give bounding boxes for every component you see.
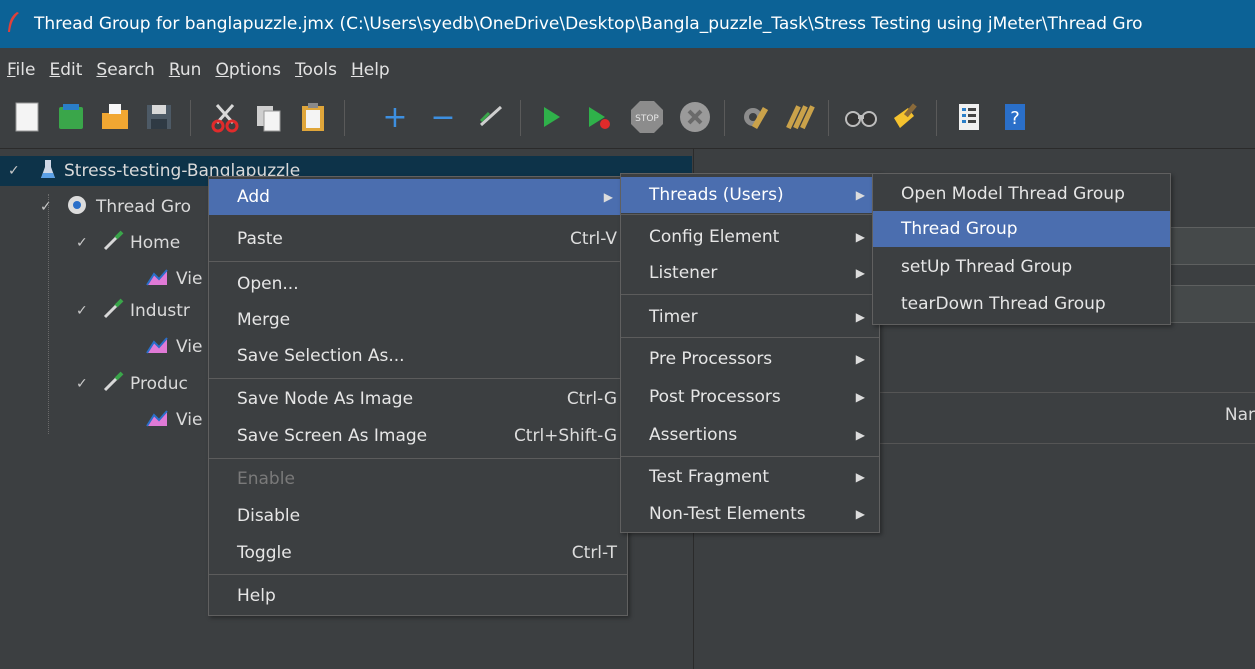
tree-node-listener[interactable]: Vie [146, 332, 202, 362]
menu-item-post-processors[interactable]: Post Processors ▶ [621, 379, 879, 415]
chevron-down-icon[interactable]: ✓ [8, 163, 26, 179]
menu-item-setup-thread-group[interactable]: setUp Thread Group [873, 249, 1170, 285]
chevron-right-icon: ▶ [855, 188, 865, 202]
menu-item-non-test-elements[interactable]: Non-Test Elements ▶ [621, 496, 879, 532]
tree-node-listener[interactable]: Vie [146, 264, 202, 294]
shutdown-icon[interactable] [676, 98, 714, 136]
clear-all-icon[interactable] [780, 98, 818, 136]
context-menu: Add ▶ Paste Ctrl-V Open... Merge Save Sel… [208, 176, 628, 616]
menu-item-listener[interactable]: Listener ▶ [621, 255, 879, 291]
menu-item-teardown-thread-group[interactable]: tearDown Thread Group [873, 286, 1170, 322]
chevron-right-icon: ▶ [855, 310, 865, 324]
title-bar: Thread Group for banglapuzzle.jmx (C:\Us… [0, 0, 1255, 48]
menu-item-save-selection[interactable]: Save Selection As... [209, 338, 627, 374]
start-icon[interactable] [532, 98, 570, 136]
chevron-right-icon: ▶ [855, 352, 865, 366]
menu-tools[interactable]: Tools [288, 60, 344, 80]
chevron-right-icon: ▶ [855, 470, 865, 484]
svg-text:?: ? [1010, 108, 1020, 129]
clear-icon[interactable] [736, 98, 774, 136]
tree-node-sampler[interactable]: ✓ Home [76, 228, 180, 258]
menu-edit[interactable]: Edit [42, 60, 89, 80]
tree-node-thread-group[interactable]: ✓ Thread Gro [40, 192, 191, 222]
threads-submenu: Open Model Thread Group Thread Group set… [872, 173, 1171, 325]
reset-search-icon[interactable] [888, 98, 926, 136]
toolbar: + − STOP ? [0, 90, 1255, 149]
graph-icon [146, 336, 168, 359]
paste-icon[interactable] [294, 98, 332, 136]
menu-item-merge[interactable]: Merge [209, 302, 627, 338]
pipette-icon [102, 230, 124, 257]
chevron-down-icon[interactable]: ✓ [76, 376, 94, 392]
menu-file[interactable]: File [0, 60, 42, 80]
graph-icon [146, 268, 168, 291]
menu-item-timer[interactable]: Timer ▶ [621, 299, 879, 335]
menu-item-config-element[interactable]: Config Element ▶ [621, 219, 879, 255]
save-icon[interactable] [140, 98, 178, 136]
function-helper-icon[interactable] [950, 98, 988, 136]
menu-item-open-model-thread-group[interactable]: Open Model Thread Group [873, 176, 1170, 212]
menu-help[interactable]: Help [344, 60, 397, 80]
menu-item-add[interactable]: Add ▶ [209, 179, 627, 215]
start-no-pauses-icon[interactable] [580, 98, 618, 136]
tree-node-label: Thread Gro [96, 197, 192, 217]
menu-item-toggle[interactable]: Toggle Ctrl-T [209, 535, 627, 571]
templates-icon[interactable] [52, 98, 90, 136]
menu-item-disable[interactable]: Disable [209, 498, 627, 534]
chevron-right-icon: ▶ [855, 230, 865, 244]
tree-node-listener[interactable]: Vie [146, 405, 202, 435]
menu-item-save-node-image[interactable]: Save Node As Image Ctrl-G [209, 381, 627, 417]
chevron-right-icon: ▶ [855, 507, 865, 521]
menu-item-pre-processors[interactable]: Pre Processors ▶ [621, 341, 879, 377]
collapse-icon[interactable]: − [424, 98, 462, 136]
menu-item-enable: Enable [237, 469, 295, 489]
menu-item-open[interactable]: Open... [209, 266, 627, 302]
menu-item-test-fragment[interactable]: Test Fragment ▶ [621, 459, 879, 495]
graph-icon [146, 409, 168, 432]
search-icon[interactable] [842, 98, 880, 136]
copy-icon[interactable] [250, 98, 288, 136]
menu-item-save-screen-image[interactable]: Save Screen As Image Ctrl+Shift-G [209, 418, 627, 454]
menu-item-threads[interactable]: Threads (Users) ▶ [621, 177, 879, 213]
svg-text:STOP: STOP [635, 114, 659, 124]
chevron-right-icon: ▶ [855, 428, 865, 442]
pipette-icon [102, 298, 124, 325]
help-icon[interactable]: ? [996, 98, 1034, 136]
stop-icon[interactable]: STOP [628, 98, 666, 136]
chevron-right-icon: ▶ [855, 390, 865, 404]
jmeter-feather-icon [6, 11, 26, 38]
menu-item-paste[interactable]: Paste Ctrl-V [209, 221, 627, 257]
cut-icon[interactable] [206, 98, 244, 136]
menu-bar: File Edit Search Run Options Tools Help [0, 50, 1255, 90]
new-icon[interactable] [8, 98, 46, 136]
chevron-right-icon: ▶ [855, 266, 865, 280]
toggle-icon[interactable] [472, 98, 510, 136]
menu-item-thread-group[interactable]: Thread Group [873, 211, 1170, 247]
expand-icon[interactable]: + [376, 98, 414, 136]
tree-node-sampler[interactable]: ✓ Produc [76, 369, 188, 399]
chevron-right-icon: ▶ [603, 190, 613, 204]
gear-icon [66, 194, 88, 221]
column-header-name: Nar [1224, 405, 1255, 425]
chevron-down-icon[interactable]: ✓ [76, 235, 94, 251]
menu-item-assertions[interactable]: Assertions ▶ [621, 417, 879, 453]
tree-node-sampler[interactable]: ✓ Industr [76, 296, 190, 326]
window-title: Thread Group for banglapuzzle.jmx (C:\Us… [34, 14, 1143, 34]
chevron-down-icon[interactable]: ✓ [76, 303, 94, 319]
menu-item-help[interactable]: Help [209, 578, 627, 614]
menu-options[interactable]: Options [208, 60, 288, 80]
menu-run[interactable]: Run [162, 60, 209, 80]
add-submenu: Threads (Users) ▶ Config Element ▶ Listene… [620, 173, 880, 533]
pipette-icon [102, 371, 124, 398]
menu-search[interactable]: Search [89, 60, 161, 80]
flask-icon [40, 158, 56, 185]
open-icon[interactable] [96, 98, 134, 136]
